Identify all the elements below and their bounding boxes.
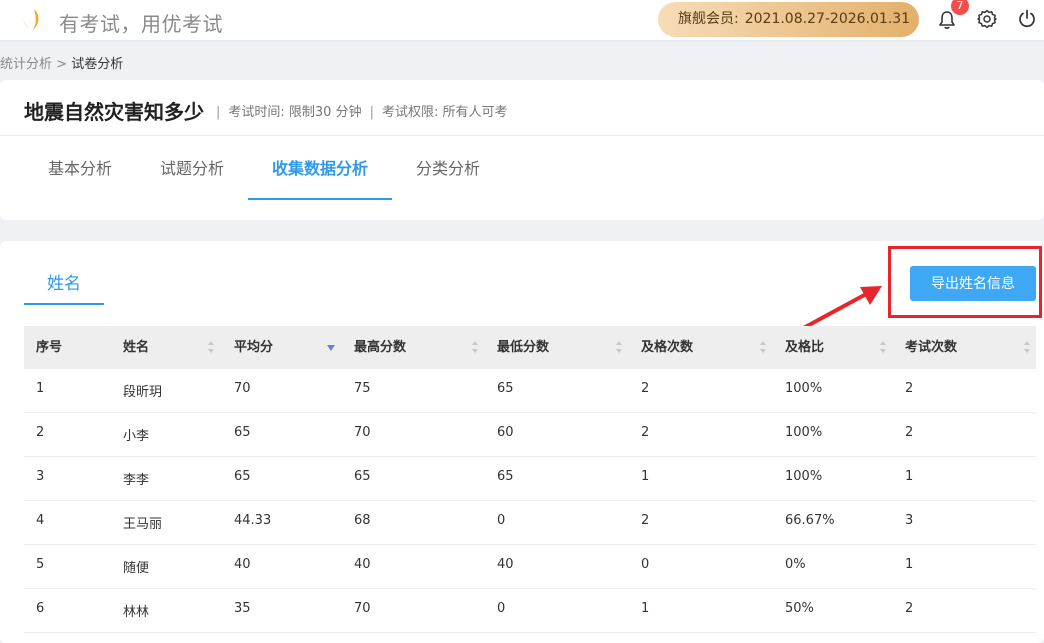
cell-exam-count: 1 (905, 557, 914, 572)
exam-meta: | 考试时间: 限制30 分钟 | 考试权限: 所有人可考 (216, 101, 507, 120)
cell-max-score: 68 (354, 513, 371, 528)
cell-index: 3 (36, 469, 45, 484)
vip-membership-badge[interactable]: 旗舰会员: 2021.08.27-2026.01.31 (658, 2, 919, 37)
subtab-name[interactable]: 姓名 (24, 265, 104, 305)
sort-icon[interactable] (615, 340, 623, 354)
cell-name: 段昕玥 (123, 385, 163, 400)
cell-pass-rate: 100% (785, 469, 823, 484)
cell-average-score: 40 (234, 557, 251, 572)
cell-min-score: 0 (497, 601, 506, 616)
cell-name: 林林 (123, 605, 150, 620)
cell-min-score: 0 (497, 513, 506, 528)
table-header: 序号 姓名 平均分 最高分数 最低分数 及格次数 及格比 考试次数 (24, 326, 1036, 369)
meta-separator: | (369, 105, 374, 120)
breadcrumb-current: 试卷分析 (71, 57, 124, 72)
table-row: 6 林林 35 70 0 1 50% 2 (24, 589, 1036, 633)
table-row: 2 小李 65 70 60 2 100% 2 (24, 413, 1036, 457)
exam-header-card: 地震自然灾害知多少 | 考试时间: 限制30 分钟 | 考试权限: 所有人可考 基本分… (0, 80, 1044, 220)
cell-pass-rate: 50% (785, 601, 814, 616)
cell-average-score: 65 (234, 425, 251, 440)
cell-name: 王马丽 (123, 517, 163, 532)
cell-pass-count: 2 (641, 381, 650, 396)
exam-permission: 考试权限: 所有人可考 (381, 105, 508, 120)
cell-index: 5 (36, 557, 45, 572)
tab-basic-analysis[interactable]: 基本分析 (24, 136, 136, 200)
column-header-pass-count[interactable]: 及格次数 (641, 326, 693, 369)
tab-category-analysis[interactable]: 分类分析 (392, 136, 504, 200)
logo-icon[interactable] (20, 8, 42, 32)
table-row: 3 李李 65 65 65 1 100% 1 (24, 457, 1036, 501)
column-header-min-score[interactable]: 最低分数 (497, 326, 549, 369)
cell-pass-rate: 66.67% (785, 513, 835, 528)
export-names-button[interactable]: 导出姓名信息 (910, 266, 1036, 301)
cell-pass-count: 2 (641, 513, 650, 528)
cell-pass-rate: 0% (785, 557, 806, 572)
table-row: 5 随便 40 40 40 0 0% 1 (24, 545, 1036, 589)
breadcrumb: 统计分析 > 试卷分析 (0, 53, 123, 72)
cell-exam-count: 2 (905, 381, 914, 396)
tab-question-analysis[interactable]: 试题分析 (136, 136, 248, 200)
cell-min-score: 40 (497, 557, 514, 572)
cell-max-score: 70 (354, 425, 371, 440)
sort-icon[interactable] (471, 340, 479, 354)
sort-icon[interactable] (759, 340, 767, 354)
breadcrumb-separator: > (56, 57, 68, 72)
cell-exam-count: 2 (905, 425, 914, 440)
cell-pass-count: 0 (641, 557, 650, 572)
vip-period: 2021.08.27-2026.01.31 (744, 11, 911, 27)
cell-average-score: 44.33 (234, 513, 272, 528)
table-row: 4 王马丽 44.33 68 0 2 66.67% 3 (24, 501, 1036, 545)
collected-data-card: 姓名 导出姓名信息 序号 姓名 平均分 最高分数 最低分数 及格次数 及格比 考… (0, 241, 1044, 643)
cell-min-score: 60 (497, 425, 514, 440)
cell-pass-count: 1 (641, 469, 650, 484)
cell-name: 李李 (123, 473, 150, 488)
notification-badge[interactable]: 7 (951, 0, 969, 15)
cell-average-score: 65 (234, 469, 251, 484)
cell-pass-count: 2 (641, 425, 650, 440)
cell-index: 4 (36, 513, 45, 528)
gear-icon[interactable] (977, 9, 997, 29)
column-header-max-score[interactable]: 最高分数 (354, 326, 406, 369)
cell-index: 2 (36, 425, 45, 440)
cell-max-score: 65 (354, 469, 371, 484)
sort-icon[interactable] (879, 340, 887, 354)
cell-name: 小李 (123, 429, 150, 444)
cell-exam-count: 2 (905, 601, 914, 616)
results-table: 序号 姓名 平均分 最高分数 最低分数 及格次数 及格比 考试次数 1 段昕玥 … (24, 326, 1036, 633)
sort-icon[interactable] (1023, 340, 1031, 354)
column-header-index: 序号 (36, 340, 63, 355)
column-header-exam-count[interactable]: 考试次数 (905, 326, 957, 369)
app-slogan: 有考试，用优考试 (59, 12, 223, 36)
exam-time-limit: 考试时间: 限制30 分钟 (228, 105, 362, 120)
vip-label: 旗舰会员: (678, 11, 739, 27)
cell-index: 1 (36, 381, 45, 396)
sort-icon[interactable] (207, 340, 215, 354)
sort-descending-icon[interactable] (327, 340, 335, 354)
breadcrumb-parent-link[interactable]: 统计分析 (0, 57, 52, 72)
column-header-name[interactable]: 姓名 (123, 326, 149, 369)
cell-min-score: 65 (497, 469, 514, 484)
power-icon[interactable] (1017, 9, 1037, 29)
cell-pass-rate: 100% (785, 425, 823, 440)
cell-name: 随便 (123, 561, 150, 576)
cell-min-score: 65 (497, 381, 514, 396)
cell-max-score: 70 (354, 601, 371, 616)
cell-exam-count: 1 (905, 469, 914, 484)
cell-exam-count: 3 (905, 513, 914, 528)
cell-max-score: 75 (354, 381, 371, 396)
column-header-pass-rate[interactable]: 及格比 (785, 326, 824, 369)
column-header-average-score[interactable]: 平均分 (234, 326, 273, 369)
cell-max-score: 40 (354, 557, 371, 572)
meta-separator: | (216, 105, 221, 120)
table-row: 1 段昕玥 70 75 65 2 100% 2 (24, 369, 1036, 413)
top-bar: 有考试，用优考试 旗舰会员: 2021.08.27-2026.01.31 7 (0, 0, 1044, 40)
cell-index: 6 (36, 601, 45, 616)
cell-average-score: 70 (234, 381, 251, 396)
cell-average-score: 35 (234, 601, 251, 616)
cell-pass-count: 1 (641, 601, 650, 616)
page-title: 地震自然灾害知多少 (24, 100, 204, 124)
cell-pass-rate: 100% (785, 381, 823, 396)
tab-collected-data-analysis[interactable]: 收集数据分析 (248, 136, 392, 200)
